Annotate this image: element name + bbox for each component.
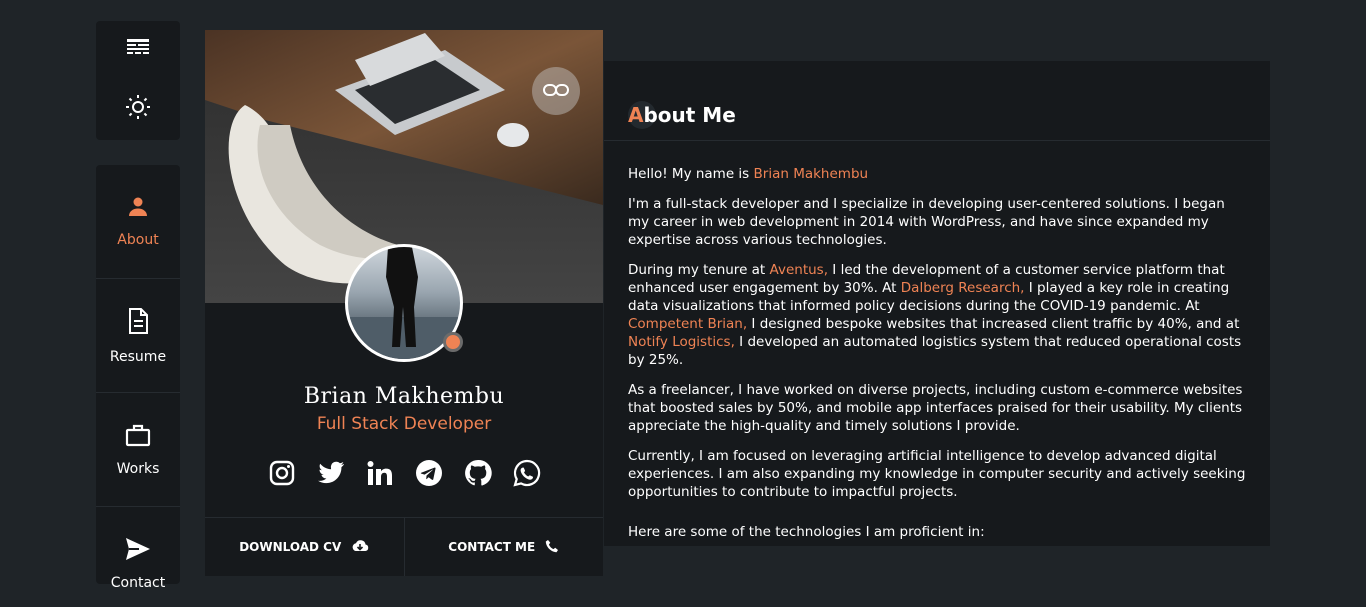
profile-name: Brian Makhembu [303,384,505,409]
nav-item-works[interactable]: Works [96,393,180,507]
profile-card: Brian Makhembu Full Stack Developer DOWN… [205,30,603,576]
profile-role: Full Stack Developer [316,414,492,434]
greeting-text: Hello! My name is [628,166,754,182]
rail-controls [96,21,180,140]
nav-label-works: Works [116,460,160,477]
social-links [267,457,542,489]
link-icon [543,82,569,101]
briefcase-icon [125,423,151,451]
theme-toggle-icon[interactable] [96,94,180,120]
tech-intro: Here are some of the technologies I am p… [628,524,985,540]
main-nav: About Resume Works Contact [96,165,180,591]
about-section: About Me Hello! My name is Brian Makhemb… [604,61,1270,546]
profile-actions: DOWNLOAD CV CONTACT ME [205,517,603,576]
contact-me-label: CONTACT ME [448,540,536,554]
link-button[interactable] [532,67,580,115]
linkedin-icon[interactable] [365,458,395,488]
company-competent-brian[interactable]: Competent Brian, [628,316,747,332]
about-paragraph-4: Currently, I am focused on leveraging ar… [628,448,1246,500]
cloud-download-icon [351,539,369,556]
company-aventus[interactable]: Aventus, [770,262,828,278]
p2-text-a: During my tenure at [628,262,770,278]
about-text: Hello! My name is Brian Makhembu I'm a f… [628,165,1248,546]
phone-icon [545,539,559,556]
nav-label-about: About [117,231,159,248]
about-paragraph-1: I'm a full-stack developer and I special… [628,196,1225,248]
nav-item-about[interactable]: About [96,165,180,279]
whatsapp-icon[interactable] [512,458,542,488]
section-title: About Me [628,101,736,129]
about-paragraph-2: During my tenure at Aventus, I led the d… [628,261,1248,369]
nav-item-contact[interactable]: Contact [96,507,180,607]
twitter-icon[interactable] [316,458,346,488]
title-first-letter: A [628,103,644,127]
company-dalberg[interactable]: Dalberg Research, [901,280,1025,296]
send-icon [125,537,151,565]
about-header: About Me [604,61,1270,141]
download-cv-label: DOWNLOAD CV [239,540,342,554]
nav-label-contact: Contact [110,575,166,591]
layout-icon[interactable] [96,38,180,58]
telegram-icon[interactable] [414,458,444,488]
contact-me-button[interactable]: CONTACT ME [405,518,604,576]
about-paragraph-3: As a freelancer, I have worked on divers… [628,382,1243,434]
nav-item-resume[interactable]: Resume [96,279,180,393]
company-notify-logistics[interactable]: Notify Logistics, [628,334,735,350]
download-cv-button[interactable]: DOWNLOAD CV [205,518,405,576]
greeting: Hello! My name is Brian Makhembu [628,165,1248,183]
greeting-name: Brian Makhembu [753,166,869,182]
nav-label-resume: Resume [109,348,167,365]
github-icon[interactable] [463,458,493,488]
title-rest: bout Me [643,103,736,127]
instagram-icon[interactable] [267,458,297,488]
user-icon [127,196,149,222]
document-icon [127,307,149,339]
p2-text-d: I designed bespoke websites that increas… [747,316,1240,332]
online-status-dot [443,332,463,352]
